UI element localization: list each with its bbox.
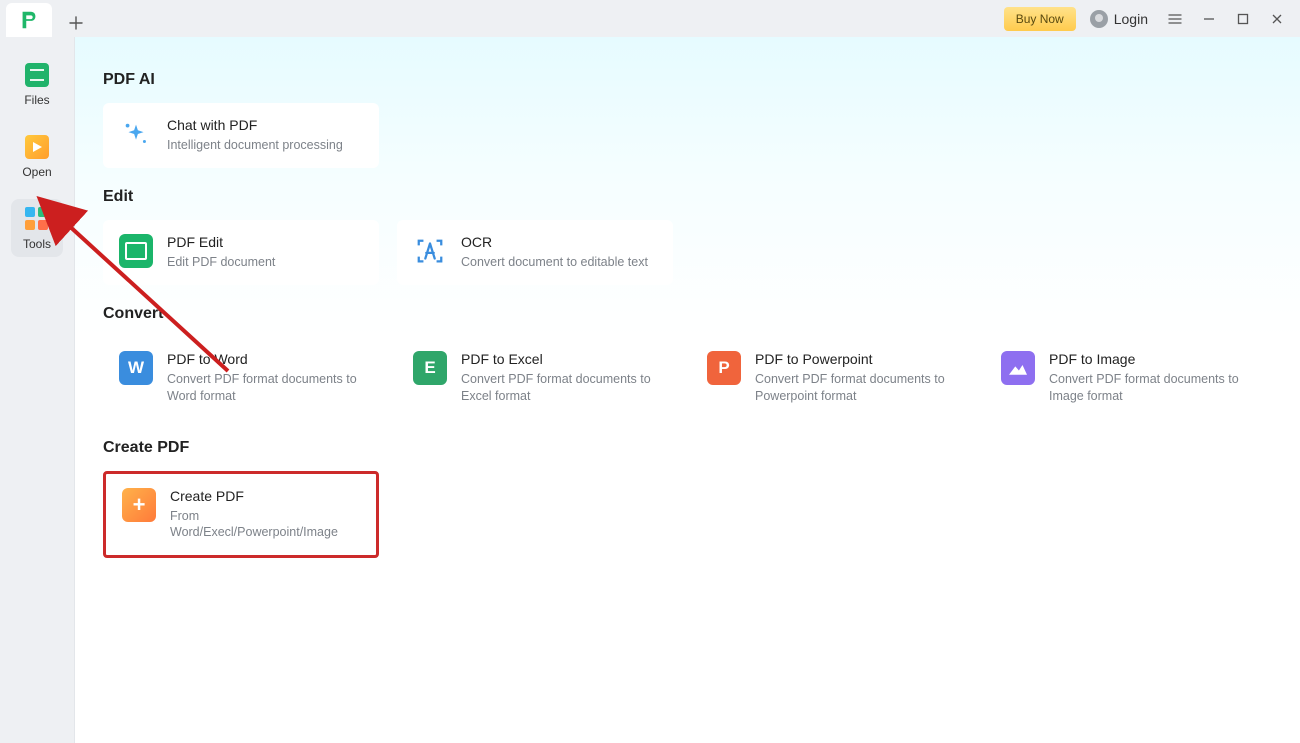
sidebar-item-label: Files	[24, 93, 49, 107]
sidebar-item-label: Tools	[23, 237, 51, 251]
avatar-icon	[1090, 10, 1108, 28]
new-tab-button[interactable]	[62, 9, 90, 37]
card-title: PDF Edit	[167, 234, 275, 250]
card-pdf-to-excel[interactable]: PDF to Excel Convert PDF format document…	[397, 337, 673, 419]
card-ocr[interactable]: OCR Convert document to editable text	[397, 220, 673, 285]
login-label: Login	[1114, 11, 1148, 27]
buy-now-button[interactable]: Buy Now	[1004, 7, 1076, 31]
card-pdf-to-image[interactable]: PDF to Image Convert PDF format document…	[985, 337, 1261, 419]
app-logo-tab[interactable]	[6, 3, 52, 37]
card-desc: From Word/Execl/Powerpoint/Image	[170, 508, 360, 542]
close-button[interactable]	[1260, 4, 1294, 34]
card-desc: Convert PDF format documents to Powerpoi…	[755, 371, 951, 405]
section-title-create-pdf: Create PDF	[103, 439, 1272, 457]
hamburger-menu-button[interactable]	[1158, 4, 1192, 34]
tools-icon	[25, 207, 49, 231]
card-title: PDF to Excel	[461, 351, 657, 367]
app-logo-icon	[18, 9, 40, 31]
login-button[interactable]: Login	[1090, 10, 1148, 28]
create-pdf-icon	[122, 488, 156, 522]
word-icon	[119, 351, 153, 385]
section-title-edit: Edit	[103, 188, 1272, 206]
annotation-highlight: Create PDF From Word/Execl/Powerpoint/Im…	[103, 471, 379, 559]
sidebar-item-open[interactable]: Open	[11, 127, 63, 185]
powerpoint-icon	[707, 351, 741, 385]
minimize-button[interactable]	[1192, 4, 1226, 34]
card-pdf-edit[interactable]: PDF Edit Edit PDF document	[103, 220, 379, 285]
sidebar-item-label: Open	[22, 165, 51, 179]
sidebar: Files Open Tools	[0, 37, 74, 743]
close-icon	[1270, 12, 1284, 26]
app-window: Buy Now Login Files Open	[0, 0, 1300, 743]
card-pdf-to-word[interactable]: PDF to Word Convert PDF format documents…	[103, 337, 379, 419]
card-title: PDF to Powerpoint	[755, 351, 951, 367]
plus-icon	[69, 16, 83, 30]
pdf-edit-icon	[119, 234, 153, 268]
files-icon	[25, 63, 49, 87]
ocr-icon	[413, 234, 447, 268]
card-title: Chat with PDF	[167, 117, 343, 133]
card-desc: Convert document to editable text	[461, 254, 648, 271]
card-pdf-to-powerpoint[interactable]: PDF to Powerpoint Convert PDF format doc…	[691, 337, 967, 419]
image-icon	[1001, 351, 1035, 385]
card-create-pdf[interactable]: Create PDF From Word/Execl/Powerpoint/Im…	[106, 474, 376, 556]
card-desc: Convert PDF format documents to Excel fo…	[461, 371, 657, 405]
excel-icon	[413, 351, 447, 385]
sparkle-icon	[119, 117, 153, 151]
card-title: PDF to Image	[1049, 351, 1245, 367]
maximize-icon	[1236, 12, 1250, 26]
hamburger-icon	[1168, 12, 1182, 26]
open-icon	[25, 135, 49, 159]
sidebar-item-tools[interactable]: Tools	[11, 199, 63, 257]
minimize-icon	[1202, 12, 1216, 26]
card-desc: Intelligent document processing	[167, 137, 343, 154]
card-desc: Convert PDF format documents to Word for…	[167, 371, 363, 405]
tab-area	[6, 0, 90, 37]
section-title-convert: Convert	[103, 305, 1272, 323]
maximize-button[interactable]	[1226, 4, 1260, 34]
card-desc: Convert PDF format documents to Image fo…	[1049, 371, 1245, 405]
card-title: PDF to Word	[167, 351, 363, 367]
sidebar-item-files[interactable]: Files	[11, 55, 63, 113]
main-panel: PDF AI Chat with PDF Intelligent documen…	[74, 37, 1300, 743]
card-title: OCR	[461, 234, 648, 250]
card-title: Create PDF	[170, 488, 360, 504]
section-title-pdf-ai: PDF AI	[103, 71, 1272, 89]
card-chat-with-pdf[interactable]: Chat with PDF Intelligent document proce…	[103, 103, 379, 168]
card-desc: Edit PDF document	[167, 254, 275, 271]
titlebar: Buy Now Login	[0, 0, 1300, 37]
